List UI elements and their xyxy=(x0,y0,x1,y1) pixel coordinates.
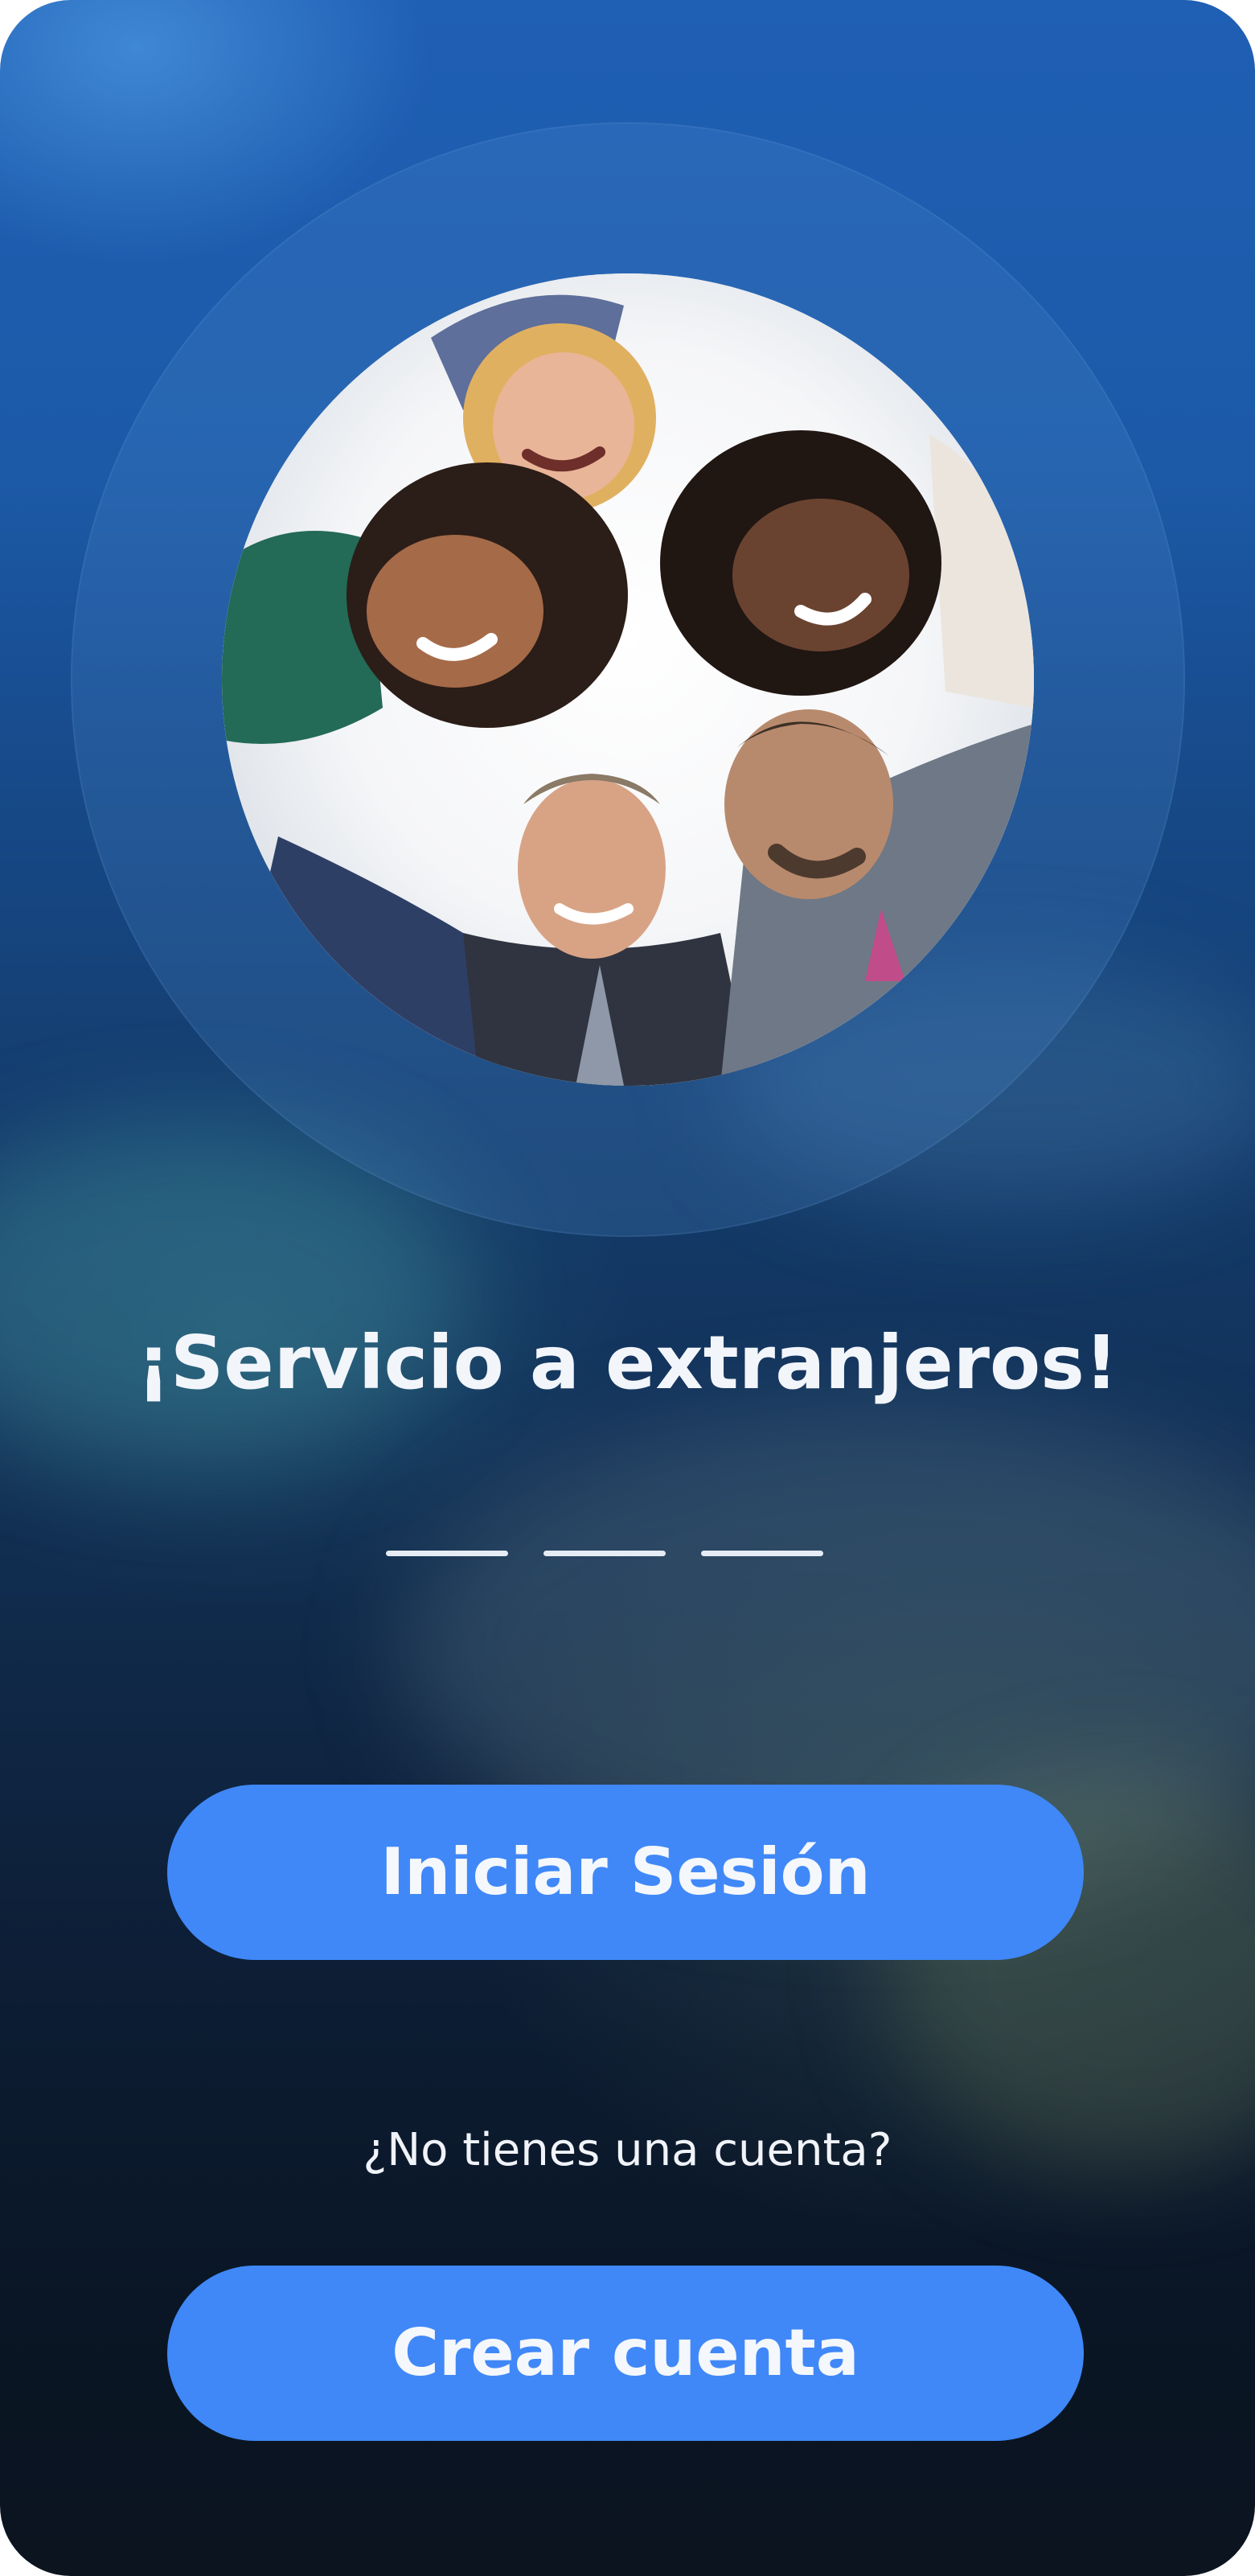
page-indicator xyxy=(386,1551,868,1559)
create-account-button[interactable]: Crear cuenta xyxy=(167,2266,1084,2441)
no-account-prompt: ¿No tienes una cuenta? xyxy=(363,2124,892,2176)
welcome-headline: ¡Servicio a extranjeros! xyxy=(137,1320,1118,1406)
page-indicator-dot-3[interactable] xyxy=(701,1551,823,1556)
welcome-screen: ¡Servicio a extranjeros! Iniciar Sesión … xyxy=(0,0,1255,2576)
login-button[interactable]: Iniciar Sesión xyxy=(167,1785,1084,1960)
people-huddle-illustration xyxy=(222,273,1034,1086)
page-indicator-dot-1[interactable] xyxy=(386,1551,508,1556)
hero-photo xyxy=(222,273,1034,1086)
page-indicator-dot-2[interactable] xyxy=(543,1551,666,1556)
